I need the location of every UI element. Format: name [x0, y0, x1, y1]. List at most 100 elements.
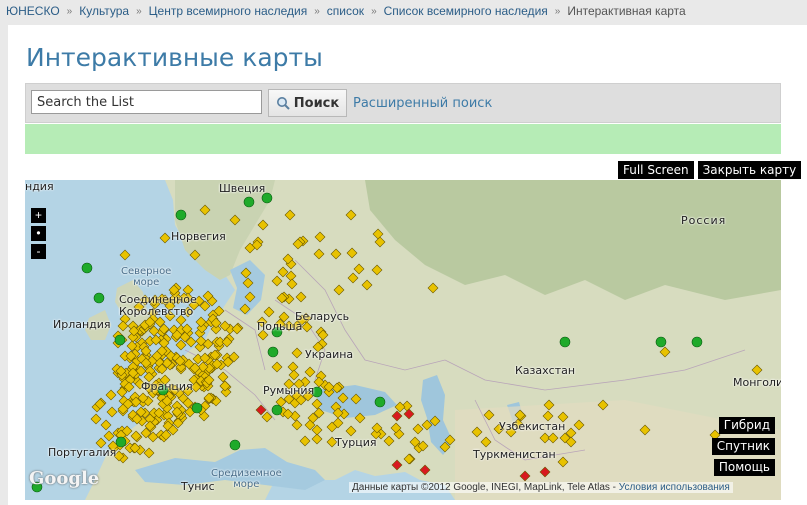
heritage-site-marker[interactable]	[291, 419, 303, 431]
map-type-satellite[interactable]: Спутник	[711, 438, 775, 455]
heritage-site-marker[interactable]	[199, 204, 211, 216]
heritage-site-marker[interactable]	[314, 231, 326, 243]
heritage-site-marker[interactable]	[519, 470, 531, 482]
natural-site-marker[interactable]	[374, 396, 386, 408]
natural-site-marker[interactable]	[175, 209, 187, 221]
heritage-site-marker[interactable]	[346, 247, 358, 259]
map-type-hybrid[interactable]: Гибрид	[718, 417, 775, 434]
heritage-site-marker[interactable]	[557, 456, 569, 468]
heritage-site-marker[interactable]	[597, 399, 609, 411]
heritage-site-marker[interactable]	[337, 392, 349, 404]
heritage-site-marker[interactable]	[371, 264, 383, 276]
heritage-site-marker[interactable]	[311, 433, 323, 445]
site-markers[interactable]	[25, 180, 781, 500]
advanced-search-link[interactable]: Расширенный поиск	[353, 96, 492, 111]
heritage-site-marker[interactable]	[100, 419, 112, 431]
heritage-site-marker[interactable]	[143, 447, 155, 459]
heritage-site-marker[interactable]	[103, 430, 115, 442]
heritage-site-marker[interactable]	[374, 236, 386, 248]
breadcrumb-unesco[interactable]: ЮНЕСКО	[6, 4, 60, 18]
heritage-site-marker[interactable]	[547, 432, 559, 444]
breadcrumb-culture[interactable]: Культура	[79, 4, 129, 18]
heritage-site-marker[interactable]	[295, 291, 307, 303]
heritage-site-marker[interactable]	[240, 267, 252, 279]
natural-site-marker[interactable]	[267, 346, 279, 358]
heritage-site-marker[interactable]	[539, 466, 551, 478]
heritage-site-marker[interactable]	[242, 277, 254, 289]
heritage-site-marker[interactable]	[304, 366, 316, 378]
breadcrumb-list[interactable]: список	[327, 4, 364, 18]
heritage-site-marker[interactable]	[119, 249, 131, 261]
heritage-site-marker[interactable]	[412, 423, 424, 435]
heritage-site-marker[interactable]	[659, 346, 671, 358]
heritage-site-marker[interactable]	[391, 410, 403, 422]
heritage-site-marker[interactable]	[751, 364, 763, 376]
heritage-site-marker[interactable]	[288, 369, 300, 381]
heritage-site-marker[interactable]	[284, 209, 296, 221]
heritage-site-marker[interactable]	[419, 464, 431, 476]
heritage-site-marker[interactable]	[403, 453, 415, 465]
heritage-site-marker[interactable]	[471, 426, 483, 438]
natural-site-marker[interactable]	[559, 336, 571, 348]
natural-site-marker[interactable]	[691, 336, 703, 348]
heritage-site-marker[interactable]	[350, 393, 362, 405]
heritage-site-marker[interactable]	[573, 419, 585, 431]
heritage-site-marker[interactable]	[639, 424, 651, 436]
heritage-site-marker[interactable]	[311, 398, 323, 410]
heritage-site-marker[interactable]	[105, 389, 117, 401]
natural-site-marker[interactable]	[655, 336, 667, 348]
natural-site-marker[interactable]	[81, 262, 93, 274]
heritage-site-marker[interactable]	[427, 282, 439, 294]
heritage-site-marker[interactable]	[257, 219, 269, 231]
heritage-site-marker[interactable]	[330, 248, 342, 260]
heritage-site-marker[interactable]	[299, 435, 311, 447]
heritage-site-marker[interactable]	[345, 209, 357, 221]
map-help-button[interactable]: Помощь	[713, 459, 775, 476]
natural-site-marker[interactable]	[191, 402, 203, 414]
heritage-site-marker[interactable]	[229, 214, 241, 226]
heritage-site-marker[interactable]	[372, 228, 384, 240]
heritage-site-marker[interactable]	[403, 408, 415, 420]
heritage-site-marker[interactable]	[333, 284, 345, 296]
close-map-button[interactable]: Закрыть карту	[697, 161, 802, 179]
search-button[interactable]: Поиск	[268, 89, 347, 117]
heritage-site-marker[interactable]	[255, 404, 267, 416]
heritage-site-marker[interactable]	[90, 413, 102, 425]
zoom-in-button[interactable]: +	[31, 208, 46, 223]
heritage-site-marker[interactable]	[244, 291, 256, 303]
heritage-site-marker[interactable]	[239, 303, 251, 315]
terms-link[interactable]: Условия использования	[619, 482, 730, 493]
map-canvas[interactable]: ндия Швеция Норвегия Северное море Соеди…	[25, 180, 781, 500]
fullscreen-button[interactable]: Full Screen	[618, 161, 694, 179]
heritage-site-marker[interactable]	[354, 412, 366, 424]
heritage-site-marker[interactable]	[159, 232, 171, 244]
heritage-site-marker[interactable]	[345, 425, 357, 437]
heritage-site-marker[interactable]	[391, 459, 403, 471]
heritage-site-marker[interactable]	[483, 409, 495, 421]
heritage-site-marker[interactable]	[543, 399, 555, 411]
breadcrumb-world-heritage-list[interactable]: Список всемирного наследия	[384, 4, 548, 18]
heritage-site-marker[interactable]	[106, 406, 118, 418]
breadcrumb-whc[interactable]: Центр всемирного наследия	[149, 4, 308, 18]
natural-site-marker[interactable]	[271, 404, 283, 416]
heritage-site-marker[interactable]	[313, 248, 325, 260]
heritage-site-marker[interactable]	[291, 347, 303, 359]
heritage-site-marker[interactable]	[271, 275, 283, 287]
heritage-site-marker[interactable]	[347, 272, 359, 284]
heritage-site-marker[interactable]	[287, 361, 299, 373]
zoom-reset-button[interactable]: •	[31, 226, 46, 241]
heritage-site-marker[interactable]	[361, 279, 373, 291]
natural-site-marker[interactable]	[114, 334, 126, 346]
heritage-site-marker[interactable]	[263, 306, 275, 318]
heritage-site-marker[interactable]	[217, 371, 229, 383]
heritage-site-marker[interactable]	[383, 435, 395, 447]
heritage-site-marker[interactable]	[286, 278, 298, 290]
natural-site-marker[interactable]	[93, 292, 105, 304]
natural-site-marker[interactable]	[229, 439, 241, 451]
search-input[interactable]	[31, 90, 262, 114]
zoom-out-button[interactable]: -	[31, 244, 46, 259]
heritage-site-marker[interactable]	[271, 361, 283, 373]
heritage-site-marker[interactable]	[353, 263, 365, 275]
natural-site-marker[interactable]	[243, 196, 255, 208]
natural-site-marker[interactable]	[115, 436, 127, 448]
